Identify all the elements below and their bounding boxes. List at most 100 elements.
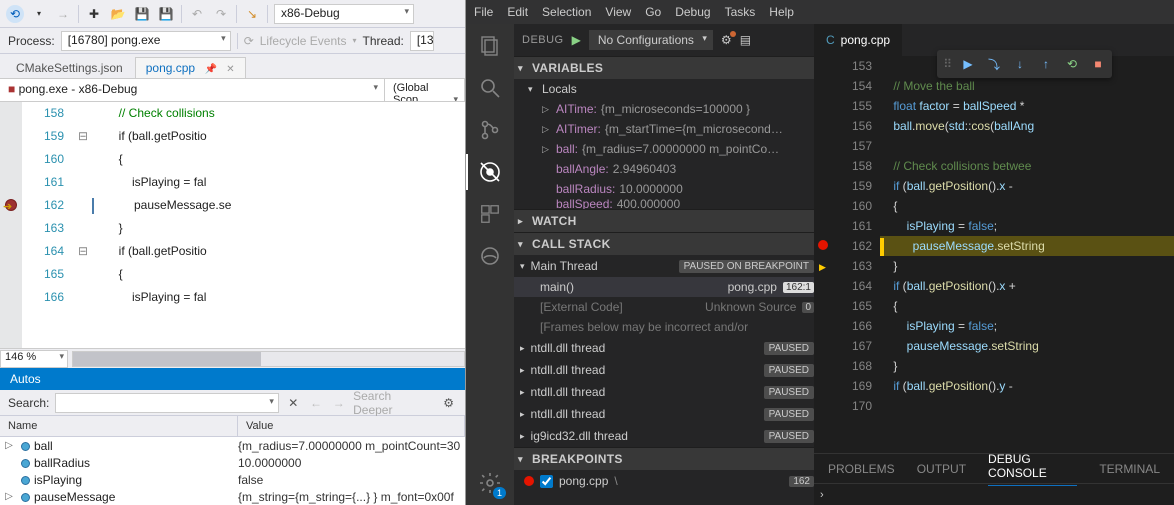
menu-selection[interactable]: Selection — [542, 5, 591, 19]
menu-go[interactable]: Go — [645, 5, 661, 19]
zoom-dropdown[interactable]: 146 % — [0, 350, 68, 368]
restart-icon[interactable]: ⟲ — [1064, 56, 1080, 72]
thread-row[interactable]: ▸ntdll.dll thread PAUSED — [514, 359, 814, 381]
vs-debug-bar: Process: [16780] pong.exe ⟳ Lifecycle Ev… — [0, 28, 465, 54]
update-badge: 1 — [493, 487, 506, 499]
debug-config-dropdown[interactable]: No Configurations — [589, 30, 713, 50]
lifecycle-dropdown[interactable]: ▾ — [352, 36, 356, 45]
menu-tasks[interactable]: Tasks — [725, 5, 756, 19]
thread-dropdown[interactable]: [13 — [410, 31, 434, 51]
liveshare-icon[interactable] — [476, 242, 504, 270]
close-icon[interactable]: ✕ — [226, 64, 234, 75]
search-icon[interactable] — [476, 74, 504, 102]
start-debug-icon[interactable]: ▶ — [572, 33, 581, 47]
back-button[interactable]: ⟲ — [6, 5, 24, 23]
thread-row[interactable]: ▸ntdll.dll thread PAUSED — [514, 403, 814, 425]
breakpoints-header[interactable]: ▾BREAKPOINTS — [514, 448, 814, 470]
undo-icon[interactable]: ↶ — [188, 5, 206, 23]
panel-tab-problems[interactable]: PROBLEMS — [828, 462, 895, 476]
menu-view[interactable]: View — [605, 5, 631, 19]
autos-row[interactable]: ▷ pauseMessage {m_string={m_string={...}… — [0, 488, 465, 505]
var-row[interactable]: ballSpeed: 400.000000 — [514, 199, 814, 209]
forward-button[interactable]: → — [54, 5, 72, 23]
autos-row[interactable]: ballRadius 10.0000000 — [0, 454, 465, 471]
autos-row[interactable]: ▷ ball {m_radius=7.00000000 m_pointCount… — [0, 437, 465, 454]
breakpoint-row[interactable]: pong.cpp \ 162 — [514, 470, 814, 492]
panel-chevron-icon[interactable]: › — [820, 489, 824, 501]
new-item-icon[interactable]: ✚ — [85, 5, 103, 23]
var-row[interactable]: ballRadius: 10.0000000 — [514, 179, 814, 199]
stack-frame-main[interactable]: main() pong.cpp 162:1 — [514, 277, 814, 297]
config-dropdown[interactable]: x86-Debug — [274, 4, 414, 24]
menu-file[interactable]: File — [474, 5, 493, 19]
extensions-icon[interactable] — [476, 200, 504, 228]
debug-toolbar[interactable]: ⠿ ▶ ⤵ ↓ ↑ ⟲ ■ — [937, 50, 1112, 78]
var-row[interactable]: ▷AITime: {m_microseconds=100000 } — [514, 99, 814, 119]
project-scope-dropdown[interactable]: ■ pong.exe - x86-Debug — [0, 79, 385, 101]
breakpoint-gutter[interactable]: ➔ — [0, 102, 22, 348]
pin-icon[interactable]: 📌 — [204, 64, 216, 75]
vscode-bp-gutter[interactable]: ▶ — [814, 56, 838, 453]
thread-row[interactable]: ▸ntdll.dll thread PAUSED — [514, 337, 814, 359]
thread-row[interactable]: ▸ntdll.dll thread PAUSED — [514, 381, 814, 403]
redo-icon[interactable]: ↷ — [212, 5, 230, 23]
step-into-icon[interactable]: ↘ — [243, 5, 261, 23]
vscode-editor[interactable]: ▶ 15315415515615715815916016116216316416… — [814, 56, 1174, 453]
step-into-icon[interactable]: ↓ — [1012, 56, 1028, 72]
variables-header[interactable]: ▾VARIABLES — [514, 57, 814, 79]
symbol-scope-dropdown[interactable]: (Global Scop — [385, 79, 465, 101]
h-scrollbar[interactable] — [72, 351, 465, 367]
menu-edit[interactable]: Edit — [507, 5, 528, 19]
drag-handle-icon[interactable]: ⠿ — [943, 57, 950, 71]
clear-search-icon[interactable]: ✕ — [285, 394, 302, 412]
stack-frame-external[interactable]: [External Code] Unknown Source 0 — [514, 297, 814, 317]
vs-code-editor[interactable]: ➔ 158159160161162163164165166 ⊟⊟ // Chec… — [0, 102, 465, 348]
settings-icon[interactable]: ⚙ — [440, 394, 457, 412]
locals-scope[interactable]: ▾Locals — [514, 79, 814, 99]
breakpoint-checkbox[interactable] — [540, 475, 553, 488]
open-icon[interactable]: 📂 — [109, 5, 127, 23]
lifecycle-icon[interactable]: ⟳ — [244, 34, 254, 48]
debug-console-toggle-icon[interactable]: ▤ — [740, 33, 751, 47]
tab-cmakesettings[interactable]: CMakeSettings.json — [6, 57, 133, 78]
process-dropdown[interactable]: [16780] pong.exe — [61, 31, 231, 51]
var-row[interactable]: ballAngle: 2.94960403 — [514, 159, 814, 179]
settings-gear-icon[interactable]: 1 — [476, 469, 504, 497]
code-content[interactable]: // Check collisions if (ball.getPositio … — [92, 102, 465, 348]
thread-row[interactable]: ▸ig9icd32.dll thread PAUSED — [514, 425, 814, 447]
tab-pong-cpp[interactable]: pong.cpp 📌 ✕ — [135, 57, 246, 78]
callstack-header[interactable]: ▾CALL STACK — [514, 233, 814, 255]
menu-help[interactable]: Help — [769, 5, 794, 19]
panel-tab-debug-console[interactable]: DEBUG CONSOLE — [988, 452, 1077, 486]
autos-header[interactable]: Autos — [0, 368, 465, 390]
panel-tab-terminal[interactable]: TERMINAL — [1099, 462, 1160, 476]
continue-icon[interactable]: ▶ — [960, 56, 976, 72]
autos-row[interactable]: isPlaying false — [0, 471, 465, 488]
save-all-icon[interactable]: 💾 — [157, 5, 175, 23]
separator — [267, 5, 268, 23]
var-row[interactable]: ▷ball: {m_radius=7.00000000 m_pointCo… — [514, 139, 814, 159]
vscode-code-content[interactable]: // Move the ball float factor = ballSpee… — [880, 56, 1174, 453]
back-dropdown[interactable]: ▾ — [30, 5, 48, 23]
scrollbar-thumb[interactable] — [73, 352, 261, 366]
main-thread-row[interactable]: ▾ Main Thread PAUSED ON BREAKPOINT — [514, 255, 814, 277]
menu-debug[interactable]: Debug — [675, 5, 710, 19]
debug-icon[interactable] — [476, 158, 504, 186]
scm-icon[interactable] — [476, 116, 504, 144]
watch-header[interactable]: ▸WATCH — [514, 210, 814, 232]
var-row[interactable]: ▷AITimer: {m_startTime={m_microsecond… — [514, 119, 814, 139]
fold-gutter[interactable]: ⊟⊟ — [74, 102, 92, 348]
autos-search-input[interactable] — [55, 393, 279, 413]
search-prev-icon[interactable]: ← — [308, 394, 325, 412]
debug-settings-icon[interactable]: ⚙ — [721, 33, 732, 47]
col-name[interactable]: Name — [0, 416, 238, 436]
col-value[interactable]: Value — [238, 416, 465, 436]
editor-tab-pong[interactable]: C pong.cpp — [814, 24, 902, 56]
explorer-icon[interactable] — [476, 32, 504, 60]
stop-icon[interactable]: ■ — [1090, 56, 1106, 72]
search-next-icon[interactable]: → — [330, 394, 347, 412]
step-over-icon[interactable]: ⤵ — [986, 56, 1002, 72]
step-out-icon[interactable]: ↑ — [1038, 56, 1054, 72]
panel-tab-output[interactable]: OUTPUT — [917, 462, 966, 476]
save-icon[interactable]: 💾 — [133, 5, 151, 23]
